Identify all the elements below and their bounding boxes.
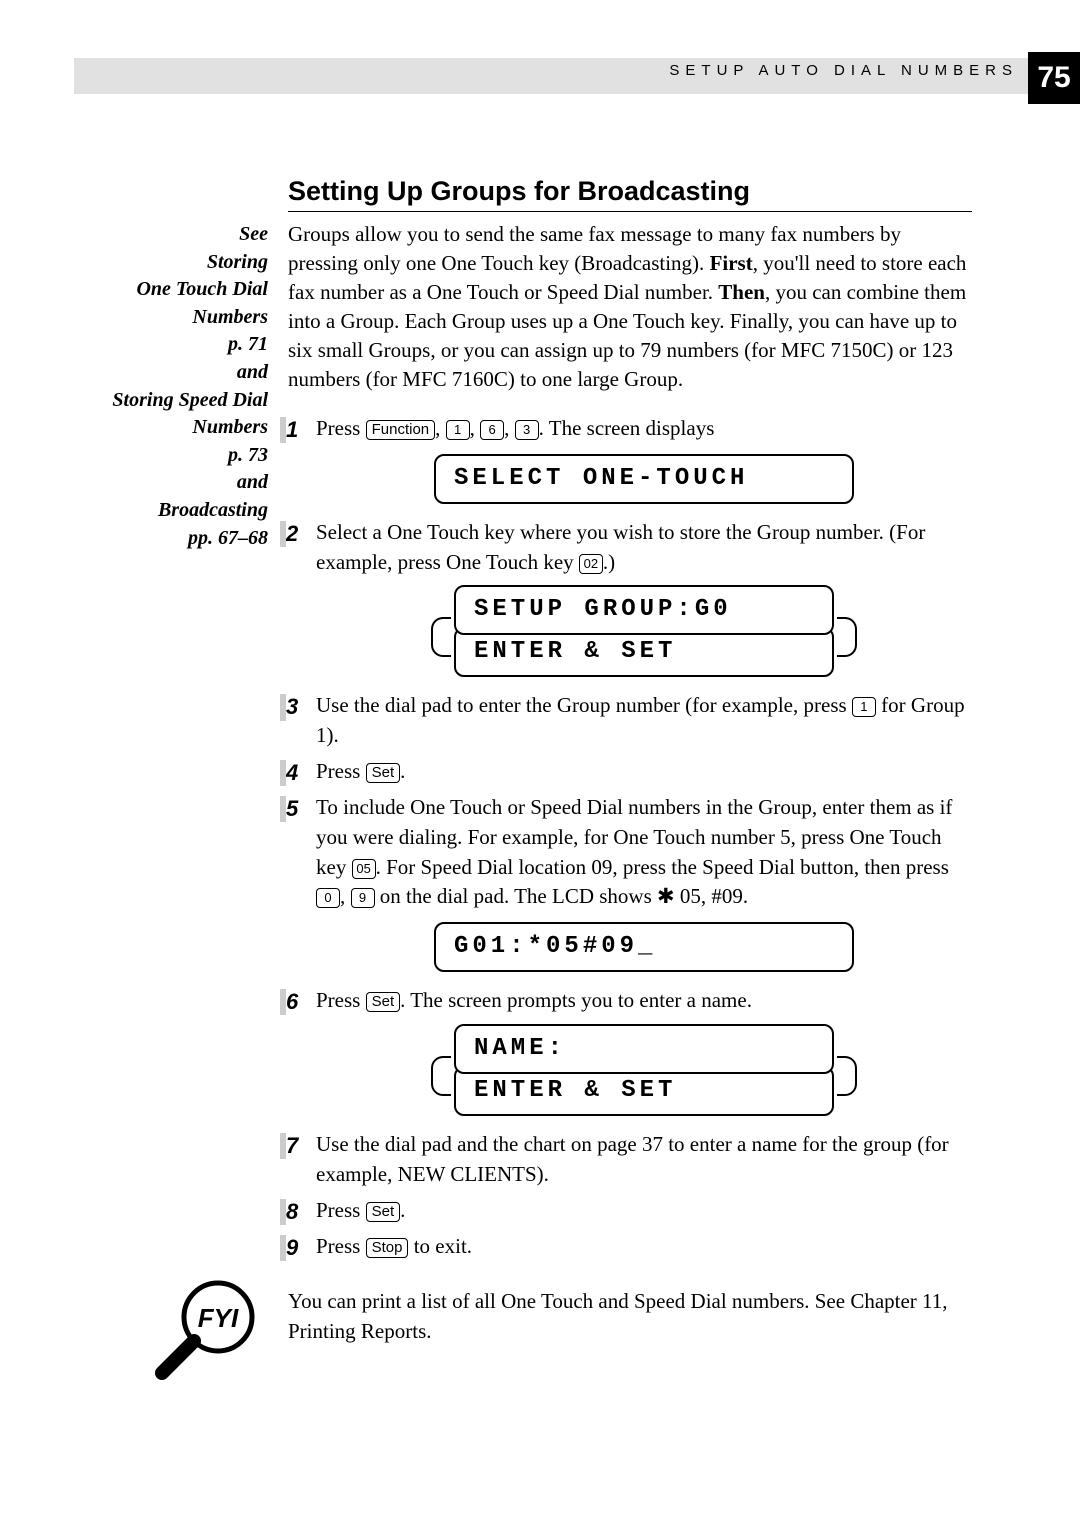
alternating-bracket-icon: [837, 1056, 857, 1096]
closing-paragraph: You can print a list of all One Touch an…: [288, 1287, 972, 1346]
lcd-display-alternating: NAME: ENTER & SET: [429, 1024, 859, 1116]
step-3: 3 Use the dial pad to enter the Group nu…: [288, 691, 972, 751]
digit-1-key: 1: [852, 697, 876, 717]
step-number: 7: [286, 1130, 298, 1161]
one-touch-05-key: 05: [352, 859, 376, 879]
one-touch-02-key: 02: [579, 554, 603, 574]
section-rule: [288, 211, 972, 212]
step-number: 8: [286, 1196, 298, 1227]
step-number: 2: [286, 518, 298, 549]
steps-list: 1 Press Function, 1, 6, 3. The screen di…: [288, 414, 972, 1262]
fyi-note: FYI You can print a list of all One Touc…: [288, 1287, 972, 1346]
see-line: Numbers: [192, 306, 268, 328]
lcd-display-line: NAME:: [454, 1024, 834, 1074]
see-line: Broadcasting: [158, 499, 268, 521]
step-6: 6 Press Set. The screen prompts you to e…: [288, 986, 972, 1116]
lcd-display: G01:*05#09_: [434, 922, 854, 972]
step-number: 3: [286, 691, 298, 722]
star-symbol: ✱: [657, 884, 675, 908]
see-line: pp. 67–68: [188, 527, 268, 549]
svg-text:FYI: FYI: [198, 1303, 239, 1333]
set-key: Set: [366, 992, 401, 1012]
alternating-bracket-icon: [431, 1056, 451, 1096]
step-2: 2 Select a One Touch key where you wish …: [288, 518, 972, 678]
step-4: 4 Press Set.: [288, 757, 972, 787]
digit-3-key: 3: [515, 420, 539, 440]
stop-key: Stop: [366, 1238, 409, 1258]
lcd-display-alternating: SETUP GROUP:G0 ENTER & SET: [429, 585, 859, 677]
see-line: p. 73: [228, 444, 268, 466]
page-header: SETUP AUTO DIAL NUMBERS 75: [0, 0, 1080, 96]
step-number: 5: [286, 793, 298, 824]
set-key: Set: [366, 763, 401, 783]
see-line: p. 71: [228, 333, 268, 355]
fyi-magnifier-icon: FYI: [148, 1277, 268, 1383]
see-line: See: [239, 223, 268, 245]
see-line: and: [237, 471, 268, 493]
see-line: Numbers: [192, 416, 268, 438]
see-line: Storing: [207, 251, 268, 273]
running-title: SETUP AUTO DIAL NUMBERS: [669, 62, 1018, 79]
digit-1-key: 1: [446, 420, 470, 440]
lcd-display-line: SETUP GROUP:G0: [454, 585, 834, 635]
function-key: Function: [366, 420, 436, 440]
step-number: 1: [286, 414, 298, 445]
set-key: Set: [366, 1202, 401, 1222]
step-number: 6: [286, 986, 298, 1017]
margin-see-also: See Storing One Touch Dial Numbers p. 71…: [28, 221, 268, 552]
alternating-bracket-icon: [431, 617, 451, 657]
alternating-bracket-icon: [837, 617, 857, 657]
see-line: Storing Speed Dial: [112, 389, 268, 411]
step-1: 1 Press Function, 1, 6, 3. The screen di…: [288, 414, 972, 504]
see-line: One Touch Dial: [136, 278, 268, 300]
digit-0-key: 0: [316, 888, 340, 908]
digit-6-key: 6: [480, 420, 504, 440]
step-7: 7 Use the dial pad and the chart on page…: [288, 1130, 972, 1190]
step-5: 5 To include One Touch or Speed Dial num…: [288, 793, 972, 972]
page-number-badge: 75: [1028, 52, 1080, 104]
step-number: 4: [286, 757, 298, 788]
see-line: and: [237, 361, 268, 383]
section-title: Setting Up Groups for Broadcasting: [288, 176, 972, 207]
step-8: 8 Press Set.: [288, 1196, 972, 1226]
lcd-display: SELECT ONE-TOUCH: [434, 454, 854, 504]
step-9: 9 Press Stop to exit.: [288, 1232, 972, 1262]
step-number: 9: [286, 1232, 298, 1263]
intro-paragraph: Groups allow you to send the same fax me…: [288, 220, 972, 394]
digit-9-key: 9: [351, 888, 375, 908]
